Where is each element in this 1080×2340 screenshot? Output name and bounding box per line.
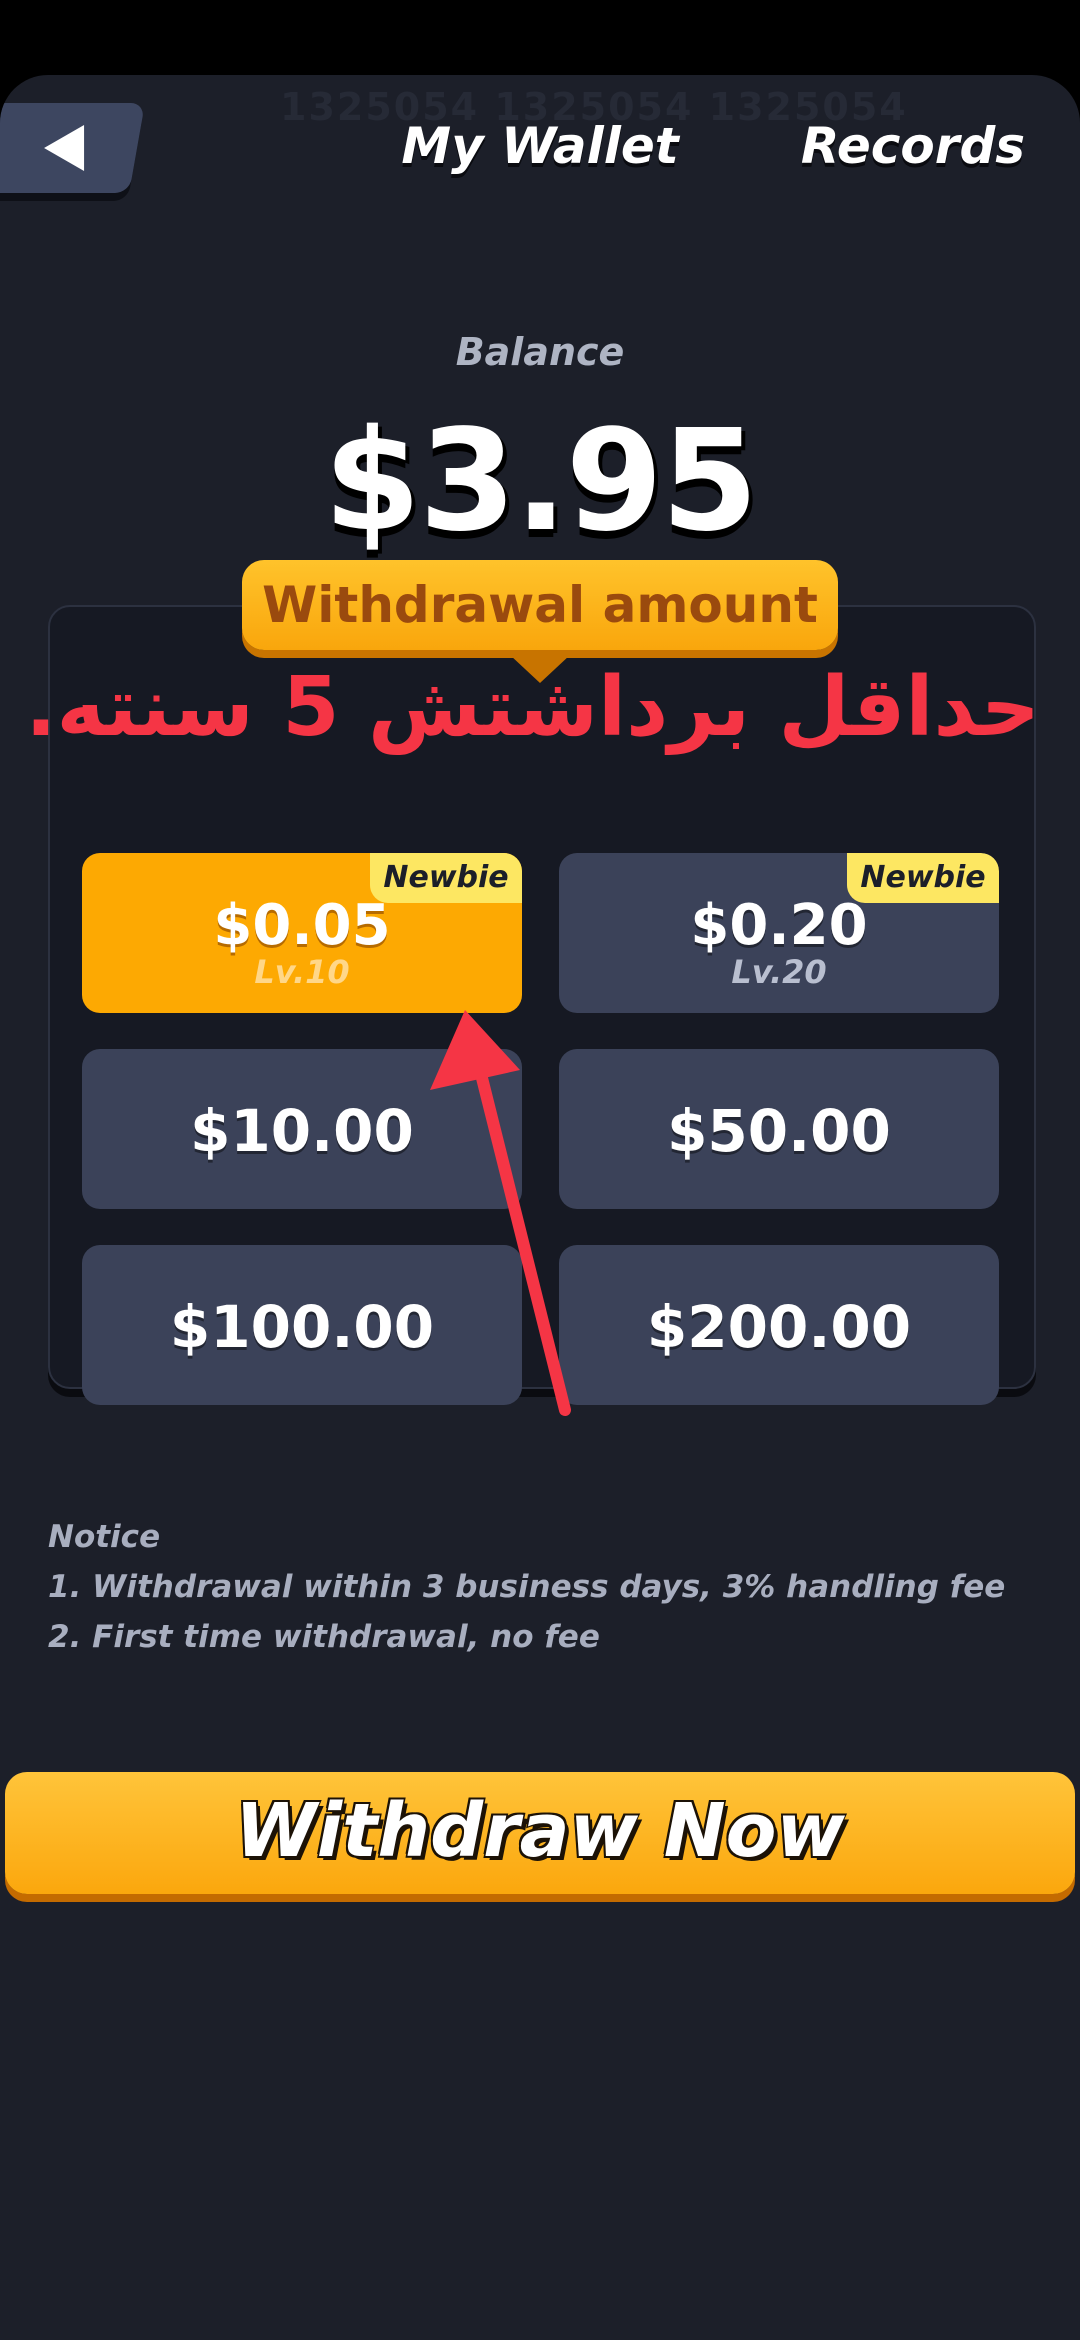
newbie-badge: Newbie: [847, 853, 999, 903]
level-requirement: Lv.20: [731, 953, 827, 991]
amount-value: $200.00: [646, 1293, 912, 1361]
withdrawal-amount-title: Withdrawal amount: [242, 560, 838, 650]
notice-line: 2. First time withdrawal, no fee: [48, 1619, 600, 1655]
back-arrow-icon: [44, 125, 85, 171]
level-requirement: Lv.10: [254, 953, 350, 991]
amount-option-50-00[interactable]: $50.00: [559, 1049, 999, 1209]
red-arrow-icon: [430, 1010, 571, 1416]
amount-option-0-20[interactable]: $0.20 Lv.20 Newbie: [559, 853, 999, 1013]
balance-value: $3.95: [323, 400, 759, 563]
newbie-badge: Newbie: [370, 853, 522, 903]
withdraw-now-button[interactable]: Withdraw Now: [5, 1772, 1075, 1894]
page-title: My Wallet: [401, 117, 679, 175]
balance-label: Balance: [455, 330, 625, 374]
amount-value: $50.00: [667, 1097, 891, 1165]
notice-section: Notice 1. Withdrawal within 3 business d…: [48, 1512, 1005, 1662]
records-link[interactable]: Records: [801, 117, 1025, 175]
notice-title: Notice: [48, 1519, 161, 1555]
back-button[interactable]: [0, 103, 146, 193]
notice-line: 1. Withdrawal within 3 business days, 3%…: [48, 1569, 1006, 1605]
annotation-text: حداقل برداشتش 5 سنته.: [25, 660, 1040, 755]
amount-option-200-00[interactable]: $200.00: [559, 1245, 999, 1405]
amount-option-0-05[interactable]: $0.05 Lv.10 Newbie: [82, 853, 522, 1013]
